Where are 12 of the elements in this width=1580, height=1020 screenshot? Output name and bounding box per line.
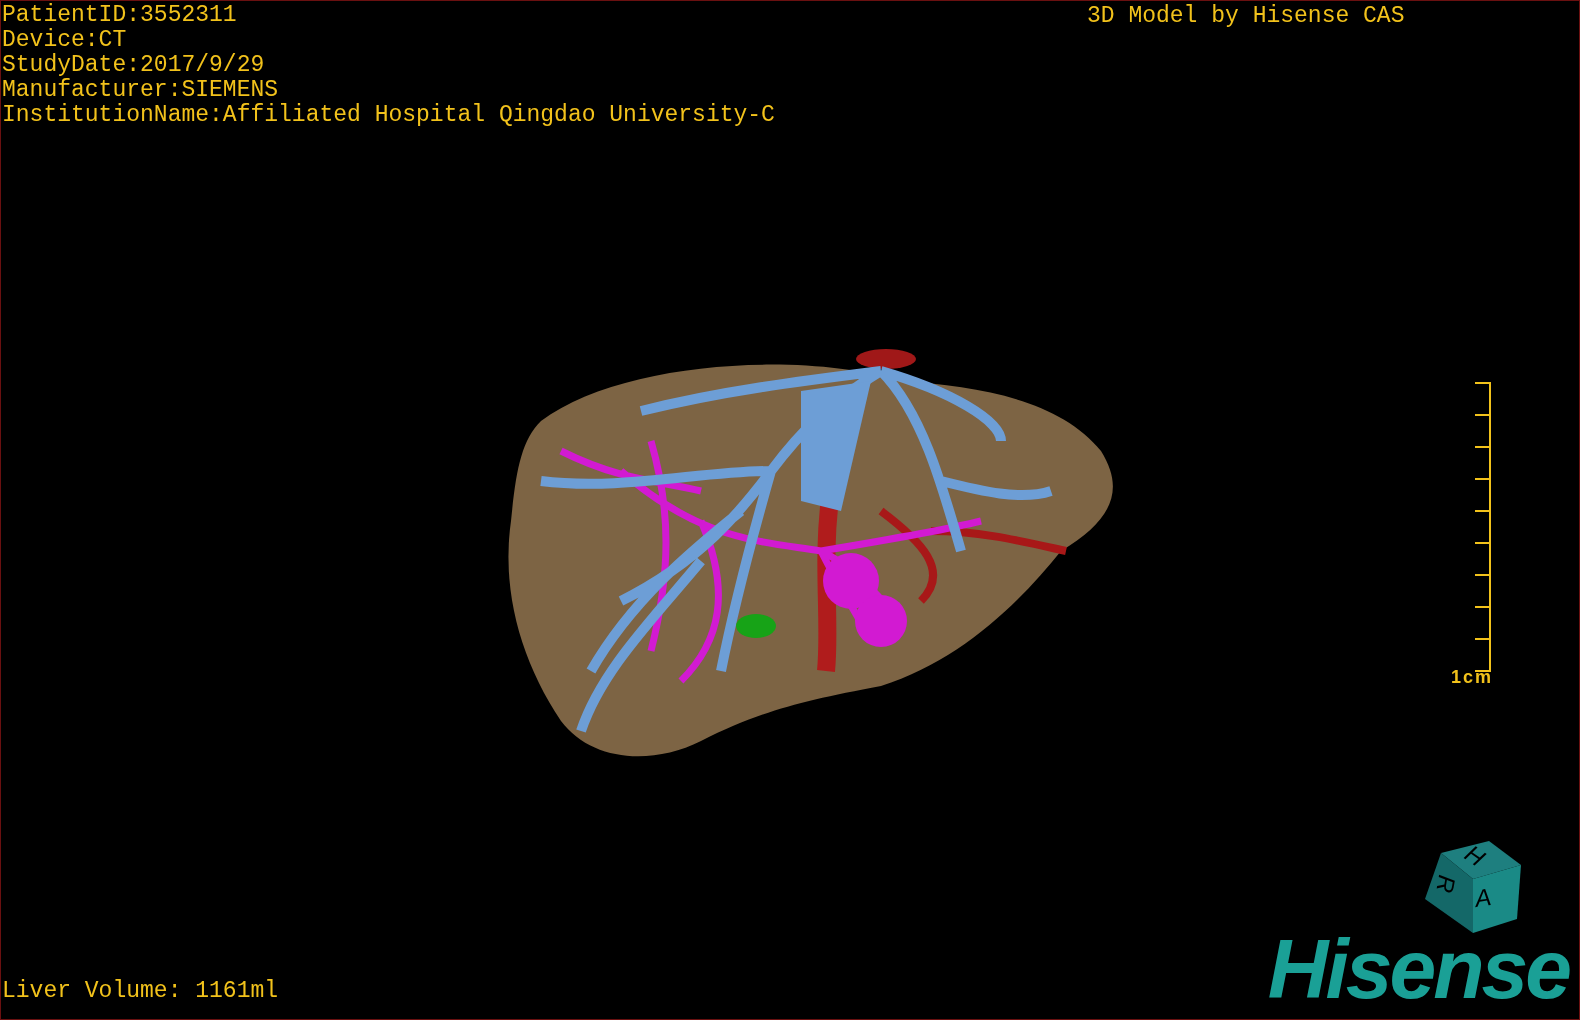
liver-volume-text: Liver Volume: 1161ml (2, 979, 279, 1004)
model-caption: 3D Model by Hisense CAS (1087, 4, 1405, 29)
info-text: InstitutionName:Affiliated Hospital Qingdao University-C (2, 103, 775, 128)
scale-label: 1cm (1451, 667, 1494, 687)
info-text: Manufacturer:SIEMENS (2, 78, 280, 103)
cube-face-label: A (1473, 884, 1493, 912)
info-text: StudyDate:2017/9/29 (2, 53, 266, 78)
brand-logo: Hisense (1267, 927, 1569, 1011)
info-text: PatientID:3552311 (2, 3, 238, 28)
cube-face-label: R (1431, 873, 1460, 895)
info-text: Device:CT (2, 28, 128, 53)
cube-face-label: H (1460, 840, 1490, 872)
